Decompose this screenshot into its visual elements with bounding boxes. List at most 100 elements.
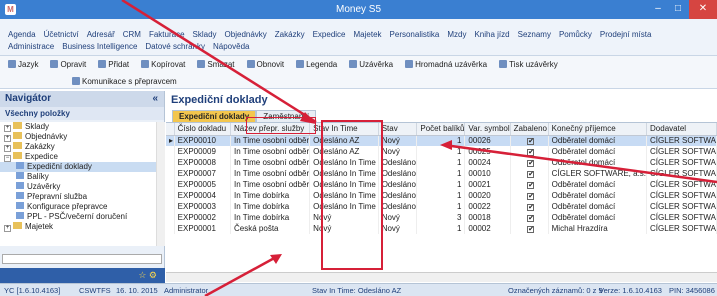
- toolbar-button-label: Legenda: [306, 60, 338, 69]
- table-cell: 1: [416, 168, 466, 179]
- navigator-search-input[interactable]: [2, 254, 162, 264]
- toolbar-icon: [98, 60, 107, 68]
- menu-item[interactable]: Majetek: [354, 30, 382, 39]
- navigator-scrollbar[interactable]: [156, 122, 165, 246]
- tree-item[interactable]: Konfigurace přepravce: [0, 202, 156, 212]
- tree-item[interactable]: PPL - PSČ/večerní doručení: [0, 212, 156, 222]
- packed-checkbox[interactable]: ✔: [527, 182, 535, 189]
- menu-row-main: Agenda Účetnictví Adresář CRM Fakturace Sklad…: [8, 30, 659, 39]
- menu-item[interactable]: Adresář: [87, 30, 115, 39]
- toolbar-button[interactable]: Komunikace s přepravcem: [72, 77, 183, 86]
- menu-item[interactable]: CRM: [123, 30, 141, 39]
- expand-icon[interactable]: −: [4, 155, 11, 162]
- column-header[interactable]: Počet balíků: [416, 123, 466, 136]
- menu-item[interactable]: Mzdy: [447, 30, 466, 39]
- toolbar-button[interactable]: Uzávěrka: [349, 60, 399, 69]
- table-row[interactable]: EXP00002 In Time dobírka Nový Nový 3 00018 ✔ Od…: [166, 212, 717, 223]
- table-cell: ✔: [510, 168, 549, 179]
- toolbar-button[interactable]: Opravit: [50, 60, 92, 69]
- tree-item[interactable]: − Expedice: [0, 152, 156, 162]
- packed-checkbox[interactable]: ✔: [527, 215, 535, 222]
- table-cell: CÍGLER SOFTWA: [646, 146, 717, 157]
- column-header[interactable]: Zabaleno: [510, 123, 549, 136]
- tree-item[interactable]: + Majetek: [0, 222, 156, 232]
- table-cell: ✔: [510, 223, 549, 234]
- tree-item[interactable]: Uzávěrky: [0, 182, 156, 192]
- status-pin: PIN: 3456086: [669, 286, 715, 295]
- menu-item[interactable]: Objednávky: [225, 30, 267, 39]
- menu-item[interactable]: Zakázky: [275, 30, 305, 39]
- toolbar-button[interactable]: Kopírovat: [141, 60, 191, 69]
- menu-item[interactable]: Agenda: [8, 30, 36, 39]
- table-row[interactable]: ▸ EXP00010 In Time osobní odběr Odesláno AZ…: [166, 135, 717, 146]
- tree-item[interactable]: + Objednávky: [0, 132, 156, 142]
- menu-item[interactable]: Seznamy: [518, 30, 551, 39]
- menu-item[interactable]: Účetnictví: [44, 30, 79, 39]
- menu-item[interactable]: Business Intelligence: [62, 42, 137, 51]
- row-indicator: [166, 146, 175, 157]
- maximize-button[interactable]: □: [669, 0, 687, 19]
- menu-item[interactable]: Pomůcky: [559, 30, 592, 39]
- toolbar-button[interactable]: Smazat: [197, 60, 240, 69]
- packed-checkbox[interactable]: ✔: [527, 226, 535, 233]
- menu-item[interactable]: Datové schránky: [145, 42, 205, 51]
- toolbar-button[interactable]: Jazyk: [8, 60, 44, 69]
- table-row[interactable]: EXP00007 In Time osobní odběr Odesláno In …: [166, 168, 717, 179]
- menu-item[interactable]: Personalistika: [390, 30, 440, 39]
- table-row[interactable]: EXP00005 In Time osobní odběr Odesláno In …: [166, 179, 717, 190]
- toolbar-button[interactable]: Obnovit: [246, 60, 291, 69]
- minimize-button[interactable]: –: [649, 0, 667, 19]
- menu-item[interactable]: Sklady: [193, 30, 217, 39]
- tree-item-label: PPL - PSČ/večerní doručení: [27, 212, 128, 221]
- table-cell: In Time osobní odběr: [230, 146, 311, 157]
- menu-item[interactable]: Administrace: [8, 42, 54, 51]
- table-cell: In Time osobní odběr: [230, 157, 311, 168]
- table-row[interactable]: EXP00004 In Time dobírka Odesláno In Time O…: [166, 190, 717, 201]
- packed-checkbox[interactable]: ✔: [527, 138, 535, 146]
- toolbar-button[interactable]: Hromadná uzávěrka: [405, 60, 493, 69]
- favorites-bar[interactable]: ☆ ⚙: [0, 268, 165, 283]
- column-header[interactable]: Číslo dokladu: [174, 123, 232, 136]
- toolbar-button[interactable]: Tisk uzávěrky: [499, 60, 564, 69]
- menu-item[interactable]: Prodejní místa: [600, 30, 652, 39]
- tab-expedicni-doklady[interactable]: Expediční doklady: [172, 110, 257, 122]
- packed-checkbox[interactable]: ✔: [527, 204, 535, 211]
- menu-item[interactable]: Expedice: [313, 30, 346, 39]
- toolbar-button[interactable]: Legenda: [296, 60, 343, 69]
- row-indicator: [166, 223, 175, 234]
- tree-item[interactable]: Expediční doklady: [0, 162, 156, 172]
- menu-item[interactable]: Fakturace: [149, 30, 185, 39]
- toolbar-button-label: Přidat: [108, 60, 130, 69]
- table-row[interactable]: EXP00009 In Time osobní odběr Odesláno AZ N…: [166, 146, 717, 157]
- column-header[interactable]: Stav: [378, 123, 418, 136]
- expand-icon[interactable]: +: [4, 225, 11, 232]
- table-row[interactable]: EXP00008 In Time osobní odběr Odesláno In …: [166, 157, 717, 168]
- table-cell: In Time dobírka: [230, 190, 311, 201]
- packed-checkbox[interactable]: ✔: [527, 171, 535, 178]
- expand-icon[interactable]: +: [4, 135, 11, 142]
- table-cell: Odběratel domácí: [548, 190, 648, 201]
- expand-icon[interactable]: +: [4, 145, 11, 152]
- menu-item[interactable]: Kniha jízd: [474, 30, 509, 39]
- table-row[interactable]: EXP00001 Česká pošta Nový Nový 1 00002 ✔ Michal…: [166, 223, 717, 234]
- toolbar-icon: [405, 60, 414, 68]
- collapse-navigator-button[interactable]: «: [152, 93, 158, 104]
- close-button[interactable]: ✕: [689, 0, 717, 19]
- tree-item[interactable]: Přepravní služba: [0, 192, 156, 202]
- table-cell: Odběratel domácí: [548, 201, 648, 212]
- column-header[interactable]: Dodavatel: [646, 123, 717, 136]
- packed-checkbox[interactable]: ✔: [527, 193, 535, 200]
- tree-item[interactable]: Balíky: [0, 172, 156, 182]
- table-row[interactable]: EXP00003 In Time dobírka Odesláno In Time O…: [166, 201, 717, 212]
- tree-item[interactable]: + Sklady: [0, 122, 156, 132]
- packed-checkbox[interactable]: ✔: [527, 160, 535, 167]
- column-header[interactable]: Var. symbol: [464, 123, 511, 136]
- tree-item[interactable]: + Zakázky: [0, 142, 156, 152]
- toolbar-button[interactable]: Přidat: [98, 60, 135, 69]
- menu-item[interactable]: Nápověda: [213, 42, 249, 51]
- column-header[interactable]: Konečný příjemce: [548, 123, 648, 136]
- packed-checkbox[interactable]: ✔: [527, 149, 535, 156]
- expand-icon[interactable]: +: [4, 125, 11, 132]
- horizontal-scrollbar[interactable]: [166, 272, 717, 282]
- status-filter: Stav In Time: Odesláno AZ: [312, 286, 402, 295]
